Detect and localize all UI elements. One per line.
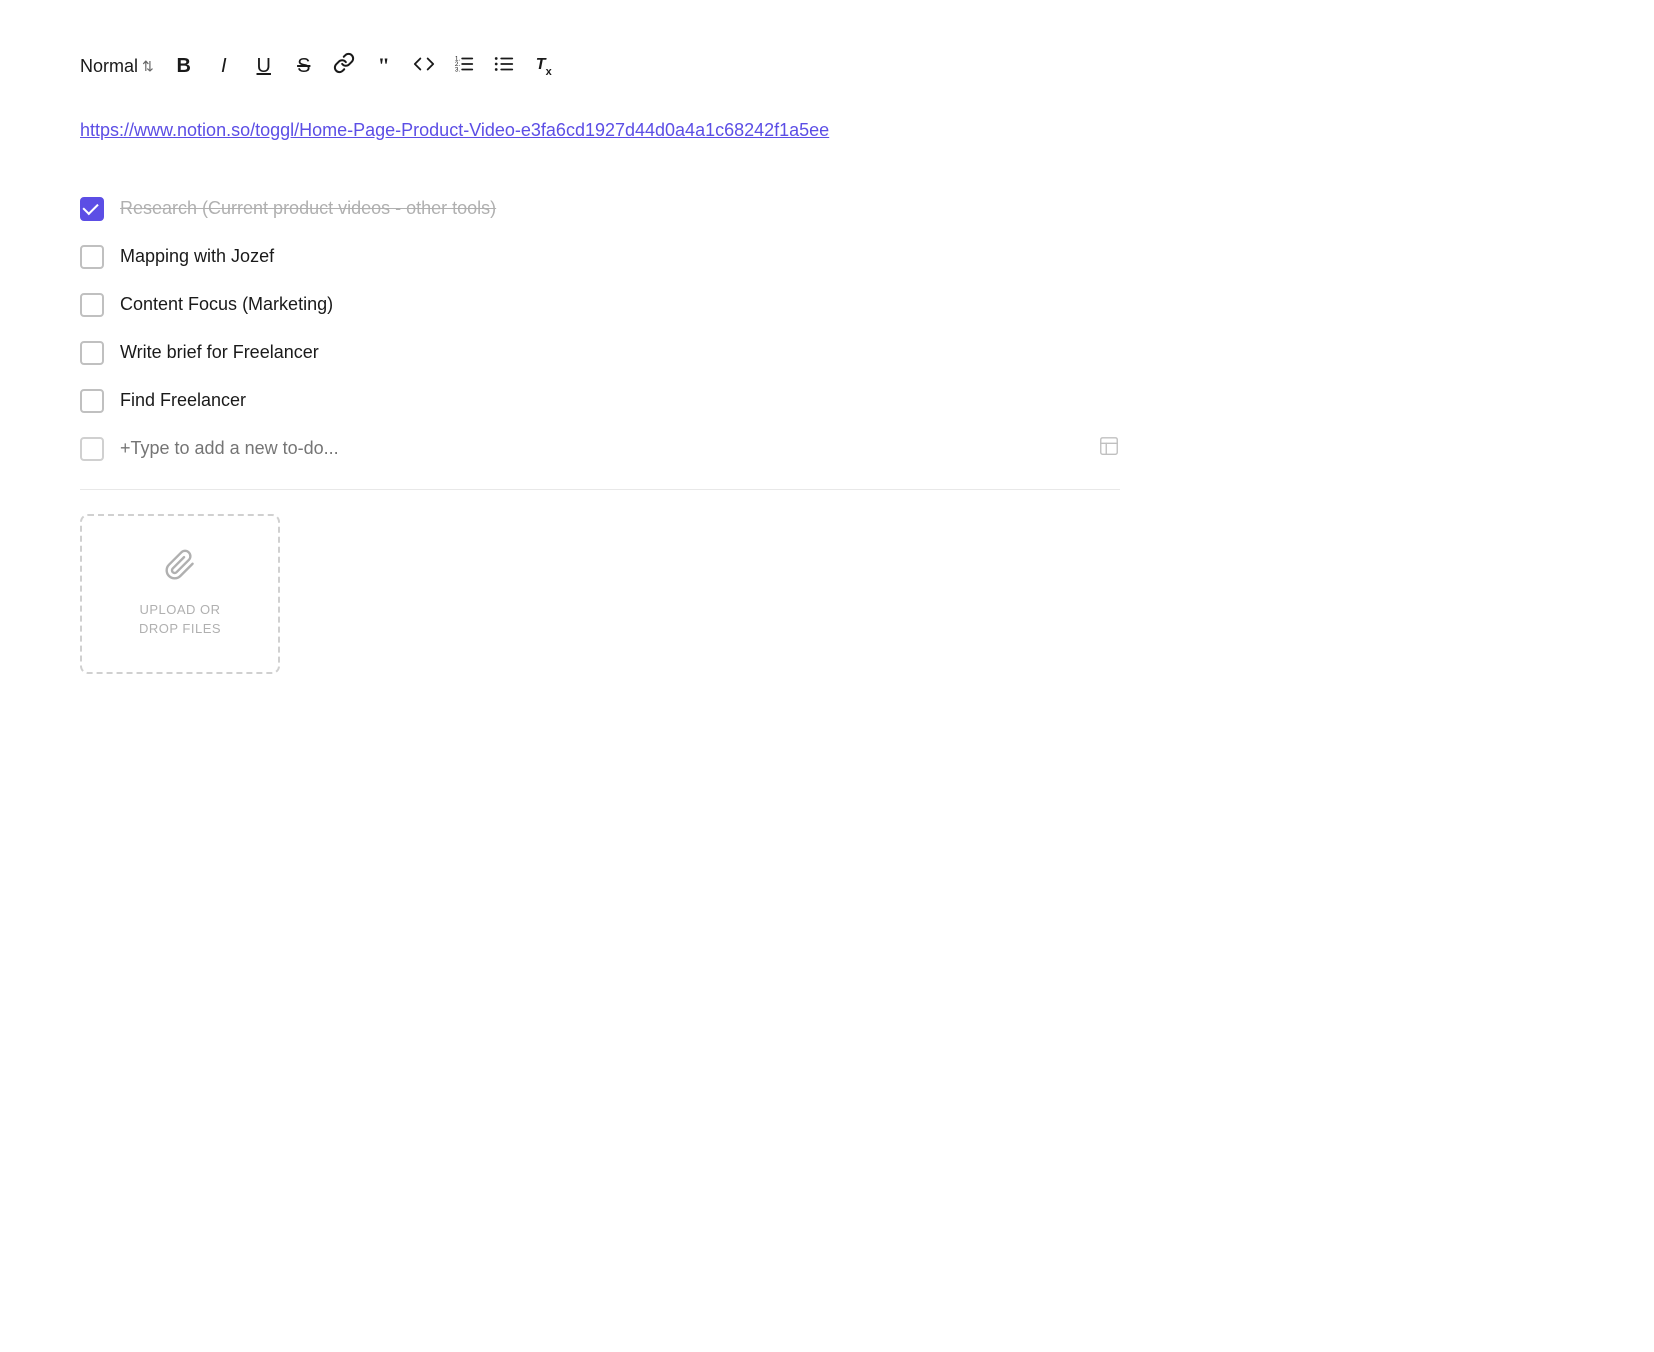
ordered-list-button[interactable]: 1. 2. 3. bbox=[446, 48, 482, 84]
clear-format-button[interactable]: Tx bbox=[526, 48, 562, 84]
checklist-label-4: Write brief for Freelancer bbox=[120, 339, 319, 366]
upload-icon bbox=[164, 549, 196, 588]
new-todo-checkbox bbox=[80, 437, 104, 461]
checklist-item: Find Freelancer bbox=[80, 377, 1120, 425]
strikethrough-icon: S bbox=[297, 55, 310, 78]
code-button[interactable] bbox=[406, 48, 442, 84]
checklist-item: Mapping with Jozef bbox=[80, 233, 1120, 281]
upload-area[interactable]: UPLOAD OR DROP FILES bbox=[80, 514, 280, 674]
checklist-item: Research (Current product videos - other… bbox=[80, 185, 1120, 233]
checklist-label-3: Content Focus (Marketing) bbox=[120, 291, 333, 318]
checklist-label-2: Mapping with Jozef bbox=[120, 243, 274, 270]
underline-icon: U bbox=[257, 55, 271, 78]
editor-container: Normal ⇅ B I U S " bbox=[0, 0, 1200, 714]
bold-button[interactable]: B bbox=[166, 48, 202, 84]
template-icon[interactable] bbox=[1098, 435, 1120, 463]
strikethrough-button[interactable]: S bbox=[286, 48, 322, 84]
link-button[interactable] bbox=[326, 48, 362, 84]
bold-icon: B bbox=[177, 55, 191, 78]
checkbox-1[interactable] bbox=[80, 197, 104, 221]
checklist: Research (Current product videos - other… bbox=[80, 185, 1120, 473]
upload-label: UPLOAD OR DROP FILES bbox=[139, 600, 221, 639]
checklist-label-1: Research (Current product videos - other… bbox=[120, 195, 496, 222]
italic-button[interactable]: I bbox=[206, 48, 242, 84]
new-todo-input[interactable] bbox=[120, 438, 1120, 459]
checkbox-5[interactable] bbox=[80, 389, 104, 413]
link-icon bbox=[333, 52, 355, 80]
underline-button[interactable]: U bbox=[246, 48, 282, 84]
new-todo-row bbox=[80, 425, 1120, 473]
quote-button[interactable]: " bbox=[366, 48, 402, 84]
checklist-label-5: Find Freelancer bbox=[120, 387, 246, 414]
content-link[interactable]: https://www.notion.so/toggl/Home-Page-Pr… bbox=[80, 116, 1120, 145]
upload-label-line1: UPLOAD OR bbox=[139, 602, 220, 617]
ordered-list-icon: 1. 2. 3. bbox=[453, 53, 475, 80]
upload-label-line2: DROP FILES bbox=[139, 621, 221, 636]
quote-icon: " bbox=[378, 53, 390, 79]
unordered-list-icon bbox=[493, 53, 515, 80]
unordered-list-button[interactable] bbox=[486, 48, 522, 84]
checkbox-2[interactable] bbox=[80, 245, 104, 269]
checkbox-3[interactable] bbox=[80, 293, 104, 317]
style-label: Normal bbox=[80, 56, 138, 77]
style-spinner-icon: ⇅ bbox=[142, 58, 154, 75]
style-select[interactable]: Normal ⇅ bbox=[80, 56, 154, 77]
section-divider bbox=[80, 489, 1120, 490]
checklist-item: Content Focus (Marketing) bbox=[80, 281, 1120, 329]
clear-format-icon: Tx bbox=[536, 56, 552, 76]
svg-text:3.: 3. bbox=[455, 66, 461, 73]
italic-icon: I bbox=[221, 55, 227, 78]
checkbox-4[interactable] bbox=[80, 341, 104, 365]
checklist-item: Write brief for Freelancer bbox=[80, 329, 1120, 377]
code-icon bbox=[413, 53, 435, 79]
toolbar: Normal ⇅ B I U S " bbox=[80, 40, 1120, 92]
